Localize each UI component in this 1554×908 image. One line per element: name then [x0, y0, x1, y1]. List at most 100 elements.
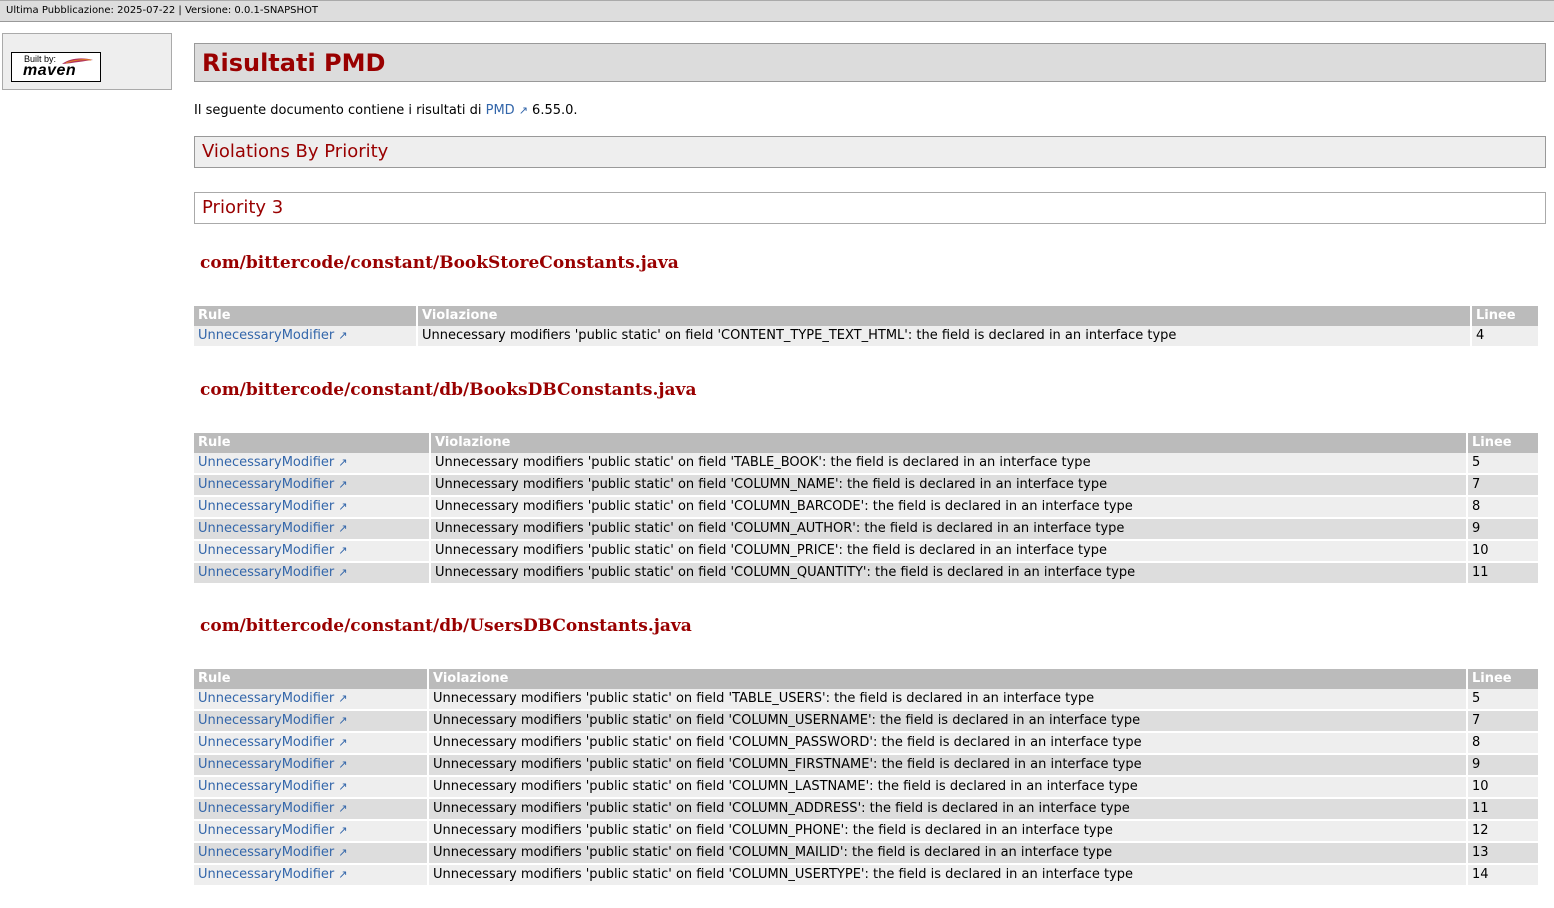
- line-cell: 7: [1468, 711, 1538, 733]
- rule-link[interactable]: UnnecessaryModifier: [198, 779, 334, 794]
- external-link-icon: ↗: [338, 736, 348, 749]
- rule-link[interactable]: UnnecessaryModifier: [198, 691, 334, 706]
- violation-cell: Unnecessary modifiers 'public static' on…: [431, 475, 1466, 497]
- line-cell: 5: [1468, 689, 1538, 711]
- line-cell: 9: [1468, 519, 1538, 541]
- rule-cell: UnnecessaryModifier ↗: [194, 799, 427, 821]
- publication-info: Ultima Pubblicazione: 2025-07-22 | Versi…: [6, 5, 319, 16]
- rule-link[interactable]: UnnecessaryModifier: [198, 757, 334, 772]
- rule-link[interactable]: UnnecessaryModifier: [198, 499, 334, 514]
- rule-cell: UnnecessaryModifier ↗: [194, 689, 427, 711]
- violation-cell: Unnecessary modifiers 'public static' on…: [429, 843, 1466, 865]
- violation-cell: Unnecessary modifiers 'public static' on…: [429, 865, 1466, 887]
- table-row: UnnecessaryModifier ↗ Unnecessary modifier…: [194, 843, 1538, 865]
- rule-cell: UnnecessaryModifier ↗: [194, 475, 429, 497]
- violation-cell: Unnecessary modifiers 'public static' on…: [429, 711, 1466, 733]
- rule-link[interactable]: UnnecessaryModifier: [198, 521, 334, 536]
- table-row: UnnecessaryModifier ↗ Unnecessary modifier…: [194, 755, 1538, 777]
- rule-link[interactable]: UnnecessaryModifier: [198, 477, 334, 492]
- external-link-icon: ↗: [338, 522, 348, 535]
- rule-link[interactable]: UnnecessaryModifier: [198, 735, 334, 750]
- priority-title: Priority 3: [194, 192, 1546, 224]
- external-link-icon: ↗: [338, 544, 348, 557]
- pmd-link[interactable]: PMD: [486, 103, 515, 118]
- violations-table: Rule Violazione Linee UnnecessaryModifier ↗ U…: [192, 306, 1540, 348]
- violation-cell: Unnecessary modifiers 'public static' on…: [429, 777, 1466, 799]
- violation-cell: Unnecessary modifiers 'public static' on…: [431, 497, 1466, 519]
- violations-table: Rule Violazione Linee UnnecessaryModifier ↗ U…: [192, 433, 1540, 585]
- rule-column-header: Rule: [194, 433, 429, 453]
- line-cell: 4: [1472, 326, 1538, 348]
- line-cell: 11: [1468, 563, 1538, 585]
- line-cell: 12: [1468, 821, 1538, 843]
- table-row: UnnecessaryModifier ↗ Unnecessary modifier…: [194, 777, 1538, 799]
- line-cell: 10: [1468, 777, 1538, 799]
- table-row: UnnecessaryModifier ↗ Unnecessary modifier…: [194, 475, 1538, 497]
- intro-text: Il seguente documento contiene i risulta…: [194, 103, 486, 118]
- intro-version: 6.55.0.: [527, 103, 578, 118]
- rule-link[interactable]: UnnecessaryModifier: [198, 867, 334, 882]
- table-row: UnnecessaryModifier ↗ Unnecessary modifier…: [194, 733, 1538, 755]
- external-link-icon: ↗: [338, 329, 348, 342]
- violation-cell: Unnecessary modifiers 'public static' on…: [429, 799, 1466, 821]
- violation-cell: Unnecessary modifiers 'public static' on…: [431, 563, 1466, 585]
- external-link-icon: ↗: [518, 104, 528, 117]
- rule-cell: UnnecessaryModifier ↗: [194, 755, 427, 777]
- file-heading: com/bittercode/constant/BookStoreConstan…: [200, 253, 679, 273]
- rule-link[interactable]: UnnecessaryModifier: [198, 565, 334, 580]
- table-row: UnnecessaryModifier ↗ Unnecessary modifier…: [194, 541, 1538, 563]
- rule-link[interactable]: UnnecessaryModifier: [198, 801, 334, 816]
- rule-link[interactable]: UnnecessaryModifier: [198, 543, 334, 558]
- external-link-icon: ↗: [338, 566, 348, 579]
- external-link-icon: ↗: [338, 714, 348, 727]
- violation-cell: Unnecessary modifiers 'public static' on…: [431, 519, 1466, 541]
- external-link-icon: ↗: [338, 868, 348, 881]
- table-header-row: Rule Violazione Linee: [194, 669, 1538, 689]
- rule-link[interactable]: UnnecessaryModifier: [198, 845, 334, 860]
- violation-cell: Unnecessary modifiers 'public static' on…: [429, 689, 1466, 711]
- table-row: UnnecessaryModifier ↗ Unnecessary modifier…: [194, 711, 1538, 733]
- table-row: UnnecessaryModifier ↗ Unnecessary modifier…: [194, 453, 1538, 475]
- rule-link[interactable]: UnnecessaryModifier: [198, 328, 334, 343]
- external-link-icon: ↗: [338, 500, 348, 513]
- external-link-icon: ↗: [338, 846, 348, 859]
- file-heading: com/bittercode/constant/db/BooksDBConsta…: [200, 380, 697, 400]
- violations-table: Rule Violazione Linee UnnecessaryModifier ↗ U…: [192, 669, 1540, 887]
- external-link-icon: ↗: [338, 456, 348, 469]
- line-cell: 5: [1468, 453, 1538, 475]
- lines-column-header: Linee: [1472, 306, 1538, 326]
- line-cell: 9: [1468, 755, 1538, 777]
- violation-cell: Unnecessary modifiers 'public static' on…: [429, 733, 1466, 755]
- violation-cell: Unnecessary modifiers 'public static' on…: [431, 541, 1466, 563]
- lines-column-header: Linee: [1468, 669, 1538, 689]
- rule-cell: UnnecessaryModifier ↗: [194, 865, 427, 887]
- violation-column-header: Violazione: [418, 306, 1470, 326]
- rule-link[interactable]: UnnecessaryModifier: [198, 713, 334, 728]
- line-cell: 11: [1468, 799, 1538, 821]
- rule-cell: UnnecessaryModifier ↗: [194, 821, 427, 843]
- maven-wordmark: maven: [23, 62, 77, 79]
- line-cell: 10: [1468, 541, 1538, 563]
- violation-cell: Unnecessary modifiers 'public static' on…: [429, 821, 1466, 843]
- table-header-row: Rule Violazione Linee: [194, 306, 1538, 326]
- violation-column-header: Violazione: [429, 669, 1466, 689]
- line-cell: 14: [1468, 865, 1538, 887]
- table-row: UnnecessaryModifier ↗ Unnecessary modifier…: [194, 821, 1538, 843]
- rule-cell: UnnecessaryModifier ↗: [194, 777, 427, 799]
- table-row: UnnecessaryModifier ↗ Unnecessary modifier…: [194, 326, 1538, 348]
- section-title: Violations By Priority: [194, 136, 1546, 168]
- intro-paragraph: Il seguente documento contiene i risulta…: [194, 103, 578, 118]
- built-by-maven-logo[interactable]: Built by: maven: [11, 52, 101, 82]
- line-cell: 13: [1468, 843, 1538, 865]
- external-link-icon: ↗: [338, 692, 348, 705]
- table-row: UnnecessaryModifier ↗ Unnecessary modifier…: [194, 799, 1538, 821]
- rule-cell: UnnecessaryModifier ↗: [194, 519, 429, 541]
- rule-link[interactable]: UnnecessaryModifier: [198, 455, 334, 470]
- violation-cell: Unnecessary modifiers 'public static' on…: [418, 326, 1470, 348]
- line-cell: 7: [1468, 475, 1538, 497]
- violation-cell: Unnecessary modifiers 'public static' on…: [431, 453, 1466, 475]
- rule-link[interactable]: UnnecessaryModifier: [198, 823, 334, 838]
- rule-cell: UnnecessaryModifier ↗: [194, 497, 429, 519]
- external-link-icon: ↗: [338, 824, 348, 837]
- table-header-row: Rule Violazione Linee: [194, 433, 1538, 453]
